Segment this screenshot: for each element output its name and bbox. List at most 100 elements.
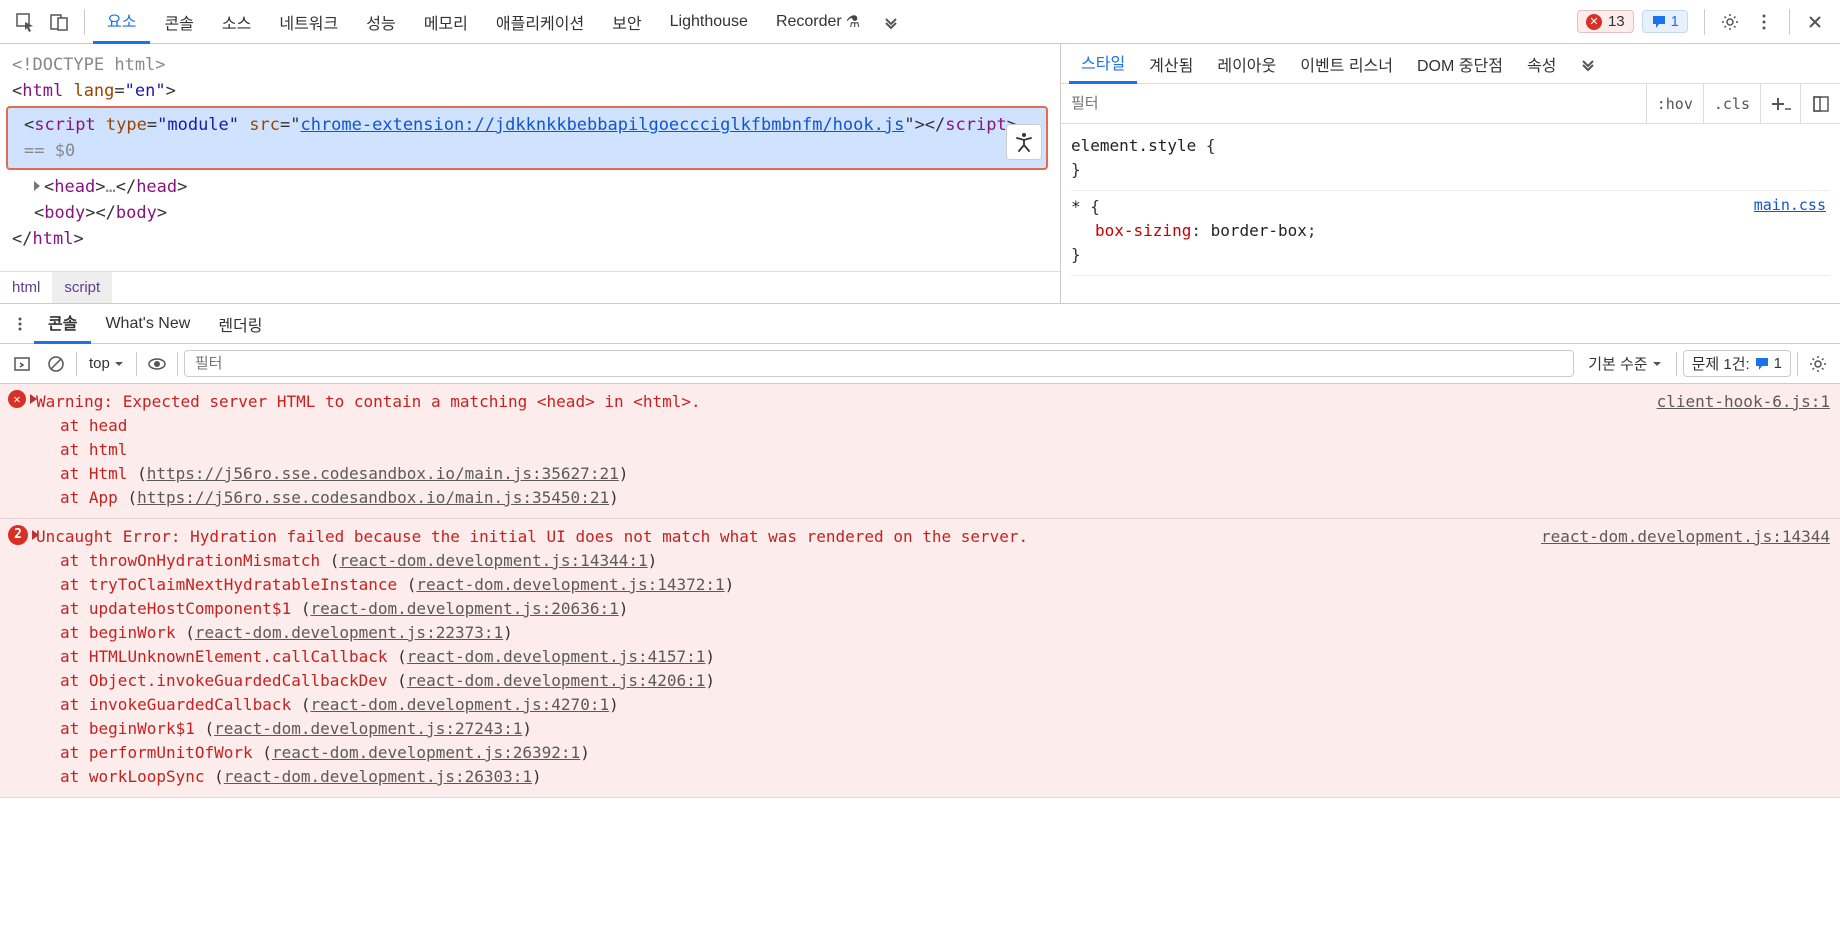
drawer-tab-console[interactable]: 콘솔	[34, 304, 91, 344]
console-level-label: 기본 수준	[1588, 353, 1647, 374]
tab-sources[interactable]: 소스	[208, 0, 265, 44]
rule-element-style[interactable]: element.style {}	[1071, 130, 1830, 191]
expand-triangle-icon[interactable]	[32, 530, 39, 540]
console-divider-5	[1797, 352, 1798, 376]
dom-tag-html-close: html	[32, 229, 73, 249]
stack-frame[interactable]: at Html (https://j56ro.sse.codesandbox.i…	[60, 462, 1830, 486]
dom-attrval-src[interactable]: chrome-extension://jdkknkkbebbapilgoeccc…	[300, 115, 904, 135]
stack-frame[interactable]: at HTMLUnknownElement.callCallback (reac…	[60, 645, 1830, 669]
accessibility-icon[interactable]	[1006, 124, 1042, 160]
dom-tag-script-close: script	[945, 115, 1006, 135]
flask-icon: ⚗	[846, 12, 860, 32]
error-count-badge[interactable]: ✕ 13	[1577, 10, 1634, 33]
dom-doctype[interactable]: <!DOCTYPE html>	[12, 52, 1048, 78]
cls-toggle[interactable]: .cls	[1703, 84, 1760, 123]
drawer-tab-rendering[interactable]: 렌더링	[204, 304, 276, 344]
message-icon	[1651, 14, 1667, 30]
stack-frame[interactable]: at performUnitOfWork (react-dom.developm…	[60, 741, 1830, 765]
stack-frame[interactable]: at throwOnHydrationMismatch (react-dom.d…	[60, 549, 1830, 573]
computed-toggle-icon[interactable]	[1800, 84, 1840, 123]
styles-tab-breakpoints[interactable]: DOM 중단점	[1405, 44, 1515, 84]
console-filter-input[interactable]	[184, 350, 1574, 377]
stack-frame[interactable]: at beginWork$1 (react-dom.development.js…	[60, 717, 1830, 741]
dom-attrval-lang: "en"	[125, 81, 166, 101]
stack-frame[interactable]: at App (https://j56ro.sse.codesandbox.io…	[60, 486, 1830, 510]
stack-frame[interactable]: at updateHostComponent$1 (react-dom.deve…	[60, 597, 1830, 621]
dom-tag-head-close: head	[136, 177, 177, 197]
dom-attrval-type: "module"	[157, 115, 239, 135]
stack-frame[interactable]: at beginWork (react-dom.development.js:2…	[60, 621, 1830, 645]
expand-triangle-icon[interactable]	[30, 394, 37, 404]
styles-tab-properties[interactable]: 속성	[1515, 44, 1568, 84]
stack-frame[interactable]: at invokeGuardedCallback (react-dom.deve…	[60, 693, 1830, 717]
dom-html-close[interactable]: </html>	[12, 226, 1048, 252]
tab-network[interactable]: 네트워크	[265, 0, 352, 44]
breadcrumb-script[interactable]: script	[52, 272, 112, 303]
inspect-icon[interactable]	[8, 5, 42, 39]
console-level-selector[interactable]: 기본 수준	[1580, 351, 1669, 376]
styles-filter-input[interactable]	[1061, 89, 1646, 118]
message-count-badge[interactable]: 1	[1642, 10, 1688, 33]
styles-tab-computed[interactable]: 계산됨	[1137, 44, 1205, 84]
tab-elements[interactable]: 요소	[93, 0, 150, 44]
tab-lighthouse[interactable]: Lighthouse	[656, 0, 762, 44]
drawer-tab-whatsnew[interactable]: What's New	[91, 304, 204, 344]
tab-security[interactable]: 보안	[598, 0, 655, 44]
hov-toggle[interactable]: :hov	[1646, 84, 1703, 123]
stack-frame[interactable]: at head	[60, 414, 1830, 438]
console-msg-error[interactable]: ✕ client-hook-6.js:1 Warning: Expected s…	[0, 384, 1840, 519]
elements-panel: <!DOCTYPE html> <html lang="en"> ⋯ <scri…	[0, 44, 1060, 303]
console-context-selector[interactable]: top	[83, 353, 130, 374]
console-source-link[interactable]: react-dom.development.js:14344	[1541, 525, 1830, 549]
stack-frame[interactable]: at tryToClaimNextHydratableInstance (rea…	[60, 573, 1830, 597]
styles-tab-layout[interactable]: 레이아웃	[1205, 44, 1288, 84]
rule-source-link[interactable]: main.css	[1754, 193, 1826, 217]
dom-selected-node[interactable]: ⋯ <script type="module" src="chrome-exte…	[6, 106, 1048, 170]
stack-frame[interactable]: at Object.invokeGuardedCallbackDev (reac…	[60, 669, 1830, 693]
dom-body[interactable]: <body></body>	[34, 200, 1048, 226]
dom-tree[interactable]: <!DOCTYPE html> <html lang="en"> ⋯ <scri…	[0, 44, 1060, 260]
toolbar-divider	[84, 9, 85, 35]
live-expression-icon[interactable]	[143, 350, 171, 378]
console-context-label: top	[89, 355, 110, 372]
expand-triangle-icon[interactable]	[34, 181, 40, 191]
console-source-link[interactable]: client-hook-6.js:1	[1657, 390, 1830, 414]
clear-console-icon[interactable]	[42, 350, 70, 378]
dom-tag-body-close: body	[116, 203, 157, 223]
gear-icon[interactable]	[1713, 5, 1747, 39]
tab-performance[interactable]: 성능	[352, 0, 409, 44]
console-settings-icon[interactable]	[1804, 350, 1832, 378]
rule2-prop-val: border-box	[1211, 221, 1307, 240]
tab-recorder[interactable]: Recorder⚗	[762, 0, 874, 44]
console-divider-4	[1676, 352, 1677, 376]
tab-application[interactable]: 애플리케이션	[482, 0, 598, 44]
new-style-rule-icon[interactable]	[1760, 84, 1800, 123]
console-issues-count: 1	[1774, 355, 1782, 372]
styles-tab-listeners[interactable]: 이벤트 리스너	[1288, 44, 1405, 84]
dom-head[interactable]: <head>…</head>	[34, 174, 1048, 200]
console-sidebar-toggle-icon[interactable]	[8, 350, 36, 378]
dom-html-open[interactable]: <html lang="en">	[12, 78, 1048, 104]
more-tabs-icon[interactable]	[874, 5, 908, 39]
dom-tag-html: html	[22, 81, 63, 101]
tab-memory[interactable]: 메모리	[410, 0, 482, 44]
styles-tab-styles[interactable]: 스타일	[1069, 44, 1137, 84]
stack-frame[interactable]: at workLoopSync (react-dom.development.j…	[60, 765, 1830, 789]
toolbar-divider-2	[1704, 9, 1705, 35]
message-count: 1	[1671, 13, 1679, 30]
breadcrumb-html[interactable]: html	[0, 272, 52, 303]
device-toggle-icon[interactable]	[42, 5, 76, 39]
drawer-kebab-icon[interactable]	[6, 316, 34, 332]
stack-frame[interactable]: at html	[60, 438, 1830, 462]
console-issues-button[interactable]: 문제 1건: 1	[1683, 350, 1791, 377]
console-divider	[76, 352, 77, 376]
tab-console[interactable]: 콘솔	[150, 0, 207, 44]
styles-more-icon[interactable]	[1568, 44, 1608, 84]
styles-filter-bar: :hov .cls	[1061, 84, 1840, 124]
rule-star[interactable]: main.css * { box-sizing: border-box; }	[1071, 191, 1830, 276]
console-msg-error[interactable]: 2 react-dom.development.js:14344 Uncaugh…	[0, 519, 1840, 798]
close-icon[interactable]	[1798, 5, 1832, 39]
console-toolbar: top 기본 수준 문제 1건: 1	[0, 344, 1840, 384]
styles-tabs: 스타일 계산됨 레이아웃 이벤트 리스너 DOM 중단점 속성	[1061, 44, 1840, 84]
kebab-icon[interactable]	[1747, 5, 1781, 39]
